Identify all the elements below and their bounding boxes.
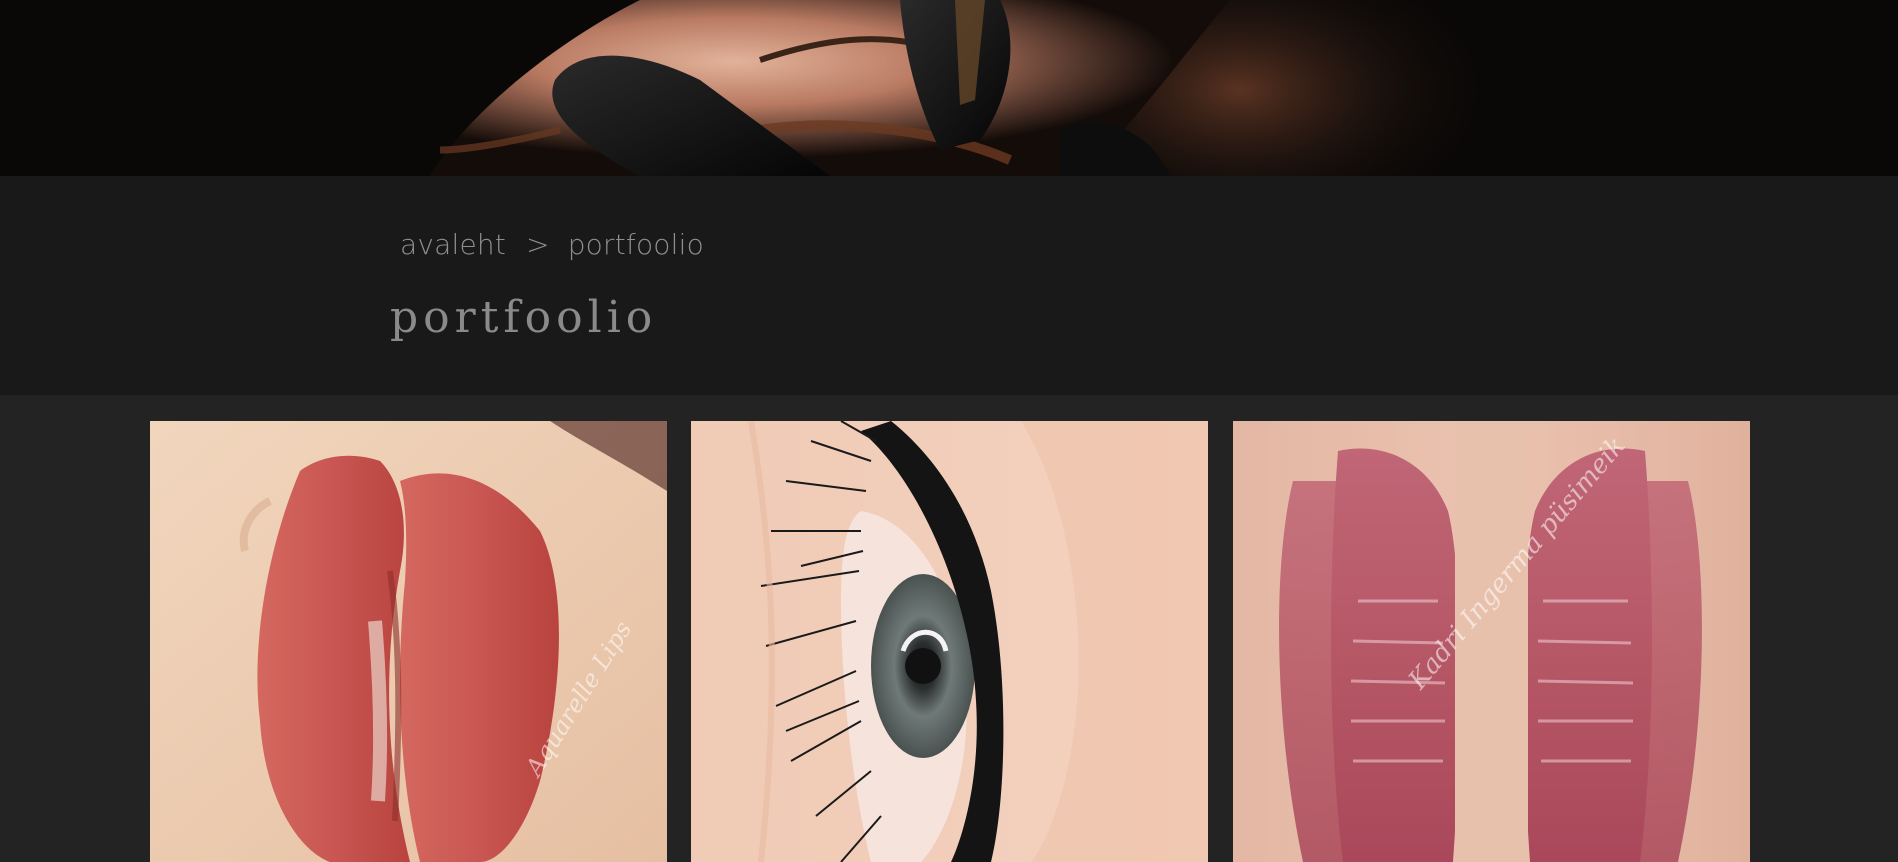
lip-blush-image [1233,421,1750,862]
page-header: avaleht > portfoolio portfoolio [0,176,1898,395]
breadcrumb-home-link[interactable]: avaleht [400,228,506,261]
portfolio-gallery: Aquarelle Lips Kadri Ingerma püsimeik [0,395,1898,862]
breadcrumb-current-link[interactable]: portfoolio [568,228,704,261]
breadcrumb: avaleht > portfoolio [400,228,704,261]
page-title: portfoolio [390,292,658,343]
gallery-item-eyeliner[interactable] [691,421,1208,862]
hero-banner [0,0,1898,176]
hero-image [0,0,1898,176]
eyeliner-tattoo-image [691,421,1208,862]
gallery-item-lips-1[interactable]: Aquarelle Lips [150,421,667,862]
breadcrumb-separator: > [526,228,550,261]
gallery-item-lips-2[interactable]: Kadri Ingerma püsimeik [1233,421,1750,862]
aquarelle-lips-image [150,421,667,862]
